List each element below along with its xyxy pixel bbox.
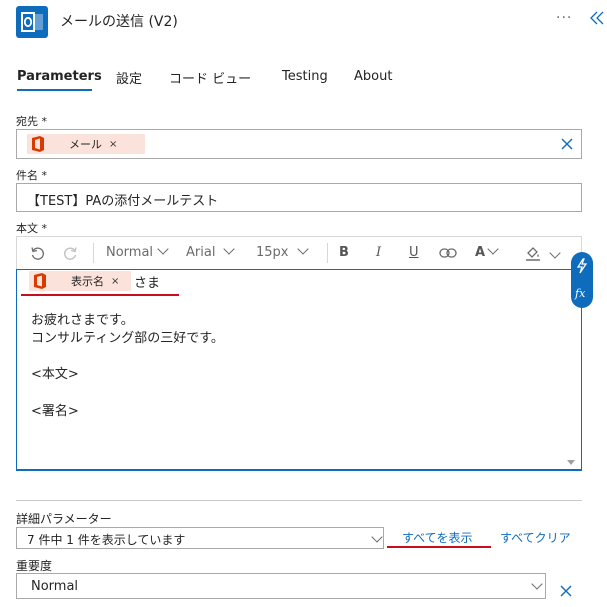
- chevron-down-icon: [157, 243, 169, 255]
- clear-icon[interactable]: [560, 137, 574, 151]
- subject-input[interactable]: 【TEST】PAの添付メールテスト: [16, 183, 582, 212]
- chevron-down-icon: [531, 578, 543, 590]
- outlook-icon: [16, 6, 48, 38]
- action-title: メールの送信 (V2): [60, 14, 178, 30]
- office-icon: [34, 273, 46, 289]
- chevron-down-icon: [371, 531, 383, 543]
- double-chevron-left-icon[interactable]: [589, 9, 605, 27]
- importance-label: 重要度: [16, 559, 53, 573]
- body-label: 本文 *: [16, 222, 47, 235]
- chevron-down-icon: [223, 243, 236, 255]
- svg-text:fx: fx: [574, 287, 586, 300]
- expression-icon[interactable]: fx: [574, 286, 590, 300]
- dynamic-content-panel: fx: [571, 252, 593, 308]
- advanced-parameters-select[interactable]: 7 件中 1 件を表示しています: [16, 527, 384, 549]
- more-options-button[interactable]: ···: [556, 10, 572, 26]
- highlight-color-icon[interactable]: [525, 245, 541, 261]
- tab-about[interactable]: About: [354, 69, 392, 84]
- display-name-token-label: 表示名: [71, 275, 104, 288]
- advanced-parameters-label: 詳細パラメーター: [16, 512, 112, 526]
- remove-token-icon[interactable]: ×: [109, 139, 117, 150]
- email-token-label: メール: [69, 138, 102, 151]
- section-divider: [16, 500, 582, 501]
- clear-icon[interactable]: [559, 584, 573, 598]
- to-label: 宛先 *: [16, 115, 47, 128]
- undo-icon[interactable]: [30, 246, 45, 261]
- remove-token-icon[interactable]: ×: [111, 276, 119, 287]
- tab-parameters[interactable]: Parameters: [17, 69, 102, 84]
- body-line: <署名>: [31, 404, 79, 419]
- body-editor[interactable]: 表示名 × さま お疲れさまです。 コンサルティング部の三好です。 <本文> <…: [16, 269, 582, 471]
- clear-all-link[interactable]: すべてクリア: [500, 529, 571, 546]
- header: メールの送信 (V2) ···: [0, 0, 607, 44]
- body-line: <本文>: [31, 367, 79, 382]
- editor-toolbar: Normal Arial 15px B I U A: [16, 236, 582, 269]
- advanced-parameters-value: 7 件中 1 件を表示しています: [27, 533, 186, 547]
- salutation-text: さま: [134, 276, 161, 291]
- font-size-select[interactable]: 15px: [256, 243, 309, 260]
- chevron-down-icon: [487, 243, 499, 255]
- tab-code-view[interactable]: コード ビュー: [169, 68, 251, 87]
- bold-button[interactable]: B: [339, 245, 349, 260]
- office-icon: [32, 136, 44, 152]
- link-icon[interactable]: [439, 247, 457, 259]
- show-all-link[interactable]: すべてを表示: [402, 529, 472, 546]
- subject-label: 件名 *: [16, 169, 47, 182]
- redo-icon[interactable]: [63, 246, 78, 261]
- italic-button[interactable]: I: [376, 245, 381, 260]
- dynamic-content-icon[interactable]: [576, 258, 588, 274]
- body-line: コンサルティング部の三好です。: [31, 331, 224, 346]
- annotation-underline: [21, 294, 179, 296]
- scroll-down-icon[interactable]: [567, 460, 575, 466]
- tab-testing[interactable]: Testing: [282, 69, 328, 84]
- email-token[interactable]: メール ×: [27, 134, 145, 154]
- chevron-down-icon: [296, 243, 309, 255]
- toolbar-separator: [93, 243, 94, 263]
- font-color-button[interactable]: A: [475, 243, 499, 260]
- display-name-token[interactable]: 表示名 ×: [29, 271, 131, 291]
- to-field[interactable]: メール ×: [16, 129, 582, 159]
- annotation-underline: [387, 546, 491, 548]
- font-family-select[interactable]: Arial: [186, 243, 236, 260]
- paragraph-style-select[interactable]: Normal: [106, 243, 169, 260]
- toolbar-separator: [327, 243, 328, 263]
- importance-value: Normal: [31, 579, 79, 594]
- chevron-down-icon[interactable]: [549, 247, 561, 259]
- active-tab-indicator: [17, 89, 92, 91]
- tab-settings[interactable]: 設定: [116, 68, 142, 87]
- subject-value: 【TEST】PAの添付メールテスト: [27, 194, 219, 209]
- body-line: お疲れさまです。: [31, 313, 134, 328]
- underline-button[interactable]: U: [409, 245, 419, 260]
- importance-select[interactable]: Normal: [16, 573, 546, 599]
